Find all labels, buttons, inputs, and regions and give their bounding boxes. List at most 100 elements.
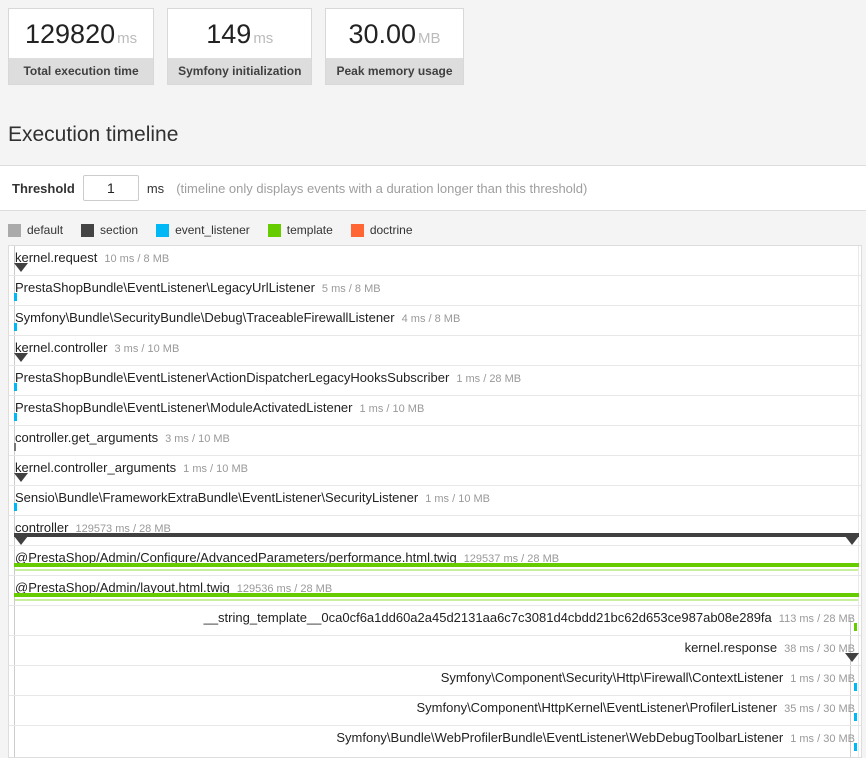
section-end-marker-icon bbox=[845, 536, 859, 545]
event-meta: 10 ms / 8 MB bbox=[104, 253, 170, 265]
timeline-row: controller.get_arguments 3 ms / 10 MB bbox=[9, 426, 861, 456]
event-name: PrestaShopBundle\EventListener\LegacyUrl… bbox=[15, 280, 315, 295]
threshold-input[interactable] bbox=[82, 175, 139, 201]
event-name: PrestaShopBundle\EventListener\ModuleAct… bbox=[15, 400, 353, 415]
metrics-row: 129820 ms Total execution time 149 ms Symf… bbox=[0, 0, 866, 85]
metric-label: Total execution time bbox=[9, 58, 154, 84]
event-meta: 1 ms / 28 MB bbox=[456, 373, 522, 385]
legend-swatch-icon bbox=[156, 223, 170, 237]
template-bar bbox=[14, 593, 859, 597]
timeline-row: kernel.controller 3 ms / 10 MB bbox=[9, 336, 861, 366]
section-marker-icon bbox=[14, 353, 28, 362]
metric-unit: ms bbox=[253, 30, 274, 47]
section-marker-icon bbox=[14, 473, 28, 482]
threshold-hint: (timeline only displays events with a du… bbox=[176, 180, 588, 196]
timeline-row-label: Symfony\Bundle\SecurityBundle\Debug\Trac… bbox=[9, 306, 861, 327]
legend-swatch-icon bbox=[350, 223, 364, 237]
legend-item-event_listener: event_listener bbox=[156, 223, 250, 237]
timeline-row: PrestaShopBundle\EventListener\LegacyUrl… bbox=[9, 276, 861, 306]
event-meta: 3 ms / 10 MB bbox=[165, 433, 230, 445]
event-name: Sensio\Bundle\FrameworkExtraBundle\Event… bbox=[15, 490, 419, 505]
event-meta: 1 ms / 10 MB bbox=[425, 493, 490, 505]
metric-number: 149 bbox=[206, 19, 252, 49]
legend-label: doctrine bbox=[369, 223, 413, 237]
timeline-row: Symfony\Bundle\SecurityBundle\Debug\Trac… bbox=[9, 306, 861, 336]
event-name: __string_template__0ca0cf6a1dd60a2a45d21… bbox=[203, 610, 772, 625]
threshold-label: Threshold bbox=[12, 180, 75, 196]
legend-swatch-icon bbox=[81, 223, 95, 237]
event-meta: 1 ms / 10 MB bbox=[183, 463, 248, 475]
timeline-row: Symfony\Bundle\WebProfilerBundle\EventLi… bbox=[9, 726, 861, 757]
event-bar bbox=[14, 443, 16, 451]
timeline-row: kernel.request 10 ms / 8 MB bbox=[9, 246, 861, 276]
legend-item-doctrine: doctrine bbox=[350, 223, 413, 237]
timeline-row-label: Sensio\Bundle\FrameworkExtraBundle\Event… bbox=[9, 486, 861, 507]
timeline-row-label: PrestaShopBundle\EventListener\ActionDis… bbox=[9, 366, 861, 387]
event-meta: 3 ms / 10 MB bbox=[114, 343, 180, 355]
timeline-row: kernel.response 38 ms / 30 MB bbox=[9, 636, 861, 666]
event-name: Symfony\Bundle\WebProfilerBundle\EventLi… bbox=[336, 730, 784, 745]
timeline-row-label: PrestaShopBundle\EventListener\ModuleAct… bbox=[9, 396, 861, 417]
timeline-row: @PrestaShop/Admin/layout.html.twig 129536… bbox=[9, 576, 861, 606]
legend-item-section: section bbox=[81, 223, 138, 237]
legend-label: default bbox=[27, 223, 64, 237]
event-name: kernel.controller_arguments bbox=[15, 460, 177, 475]
timeline-row: kernel.controller_arguments 1 ms / 10 MB bbox=[9, 456, 861, 486]
timeline-legend: default section event_listener template doct… bbox=[8, 223, 866, 237]
legend-swatch-icon bbox=[267, 223, 281, 237]
timeline-row: Symfony\Component\HttpKernel\EventListen… bbox=[9, 696, 861, 726]
event-bar bbox=[14, 323, 17, 331]
metric-symfony-initialization: 149 ms Symfony initialization bbox=[167, 8, 313, 85]
metric-value: 149 ms bbox=[168, 9, 311, 58]
metric-total-execution-time: 129820 ms Total execution time bbox=[8, 8, 155, 85]
threshold-unit: ms bbox=[146, 180, 165, 196]
section-marker-icon bbox=[845, 653, 859, 662]
timeline-row-label: Symfony\Bundle\WebProfilerBundle\EventLi… bbox=[9, 726, 861, 747]
event-meta: 5 ms / 8 MB bbox=[321, 283, 381, 295]
timeline-rows: kernel.request 10 ms / 8 MB PrestaShopBund… bbox=[9, 246, 861, 757]
event-bar bbox=[854, 623, 857, 631]
timeline-row-label: __string_template__0ca0cf6a1dd60a2a45d21… bbox=[9, 606, 861, 627]
timeline-row-label: Symfony\Component\HttpKernel\EventListen… bbox=[9, 696, 861, 717]
legend-label: event_listener bbox=[175, 223, 250, 237]
timeline-row-label: kernel.request 10 ms / 8 MB bbox=[9, 246, 861, 267]
timeline-row-label: kernel.controller 3 ms / 10 MB bbox=[9, 336, 861, 357]
legend-swatch-icon bbox=[8, 223, 21, 237]
timeline-row: Symfony\Component\Security\Http\Firewall… bbox=[9, 666, 861, 696]
legend-item-default: default bbox=[8, 223, 63, 237]
event-name: kernel.response bbox=[684, 640, 778, 655]
timeline-row: Sensio\Bundle\FrameworkExtraBundle\Event… bbox=[9, 486, 861, 516]
threshold-panel: Threshold ms (timeline only displays eve… bbox=[0, 165, 866, 211]
timeline-row-label: kernel.response 38 ms / 30 MB bbox=[9, 636, 861, 657]
event-bar bbox=[14, 293, 17, 301]
metric-number: 129820 bbox=[25, 19, 116, 49]
legend-label: section bbox=[100, 223, 139, 237]
metric-peak-memory: 30.00 MB Peak memory usage bbox=[325, 8, 464, 85]
metric-unit: MB bbox=[418, 30, 441, 47]
event-meta: 113 ms / 28 MB bbox=[778, 613, 855, 625]
section-marker-icon bbox=[14, 263, 28, 272]
timeline-row: PrestaShopBundle\EventListener\ActionDis… bbox=[9, 366, 861, 396]
event-name: controller.get_arguments bbox=[15, 430, 159, 445]
event-meta: 1 ms / 10 MB bbox=[359, 403, 425, 415]
event-bar bbox=[854, 713, 857, 721]
template-bar-underline bbox=[15, 569, 858, 571]
timeline-row-label: kernel.controller_arguments 1 ms / 10 MB bbox=[9, 456, 861, 477]
event-bar bbox=[14, 383, 17, 391]
metric-label: Peak memory usage bbox=[326, 58, 463, 84]
event-name: PrestaShopBundle\EventListener\ActionDis… bbox=[15, 370, 450, 385]
event-name: kernel.controller bbox=[15, 340, 108, 355]
metric-number: 30.00 bbox=[348, 19, 417, 49]
event-bar bbox=[14, 503, 17, 511]
metric-value: 30.00 MB bbox=[326, 9, 462, 58]
legend-label: template bbox=[286, 223, 333, 237]
timeline-row-label: PrestaShopBundle\EventListener\LegacyUrl… bbox=[9, 276, 861, 297]
section-start-marker-icon bbox=[14, 536, 28, 545]
timeline-row: PrestaShopBundle\EventListener\ModuleAct… bbox=[9, 396, 861, 426]
metric-label: Symfony initialization bbox=[168, 58, 312, 84]
metric-unit: ms bbox=[117, 30, 138, 47]
page-title: Execution timeline bbox=[8, 123, 179, 146]
event-bar bbox=[14, 413, 17, 421]
timeline-panel: kernel.request 10 ms / 8 MB PrestaShopBund… bbox=[8, 245, 862, 758]
event-meta: 1 ms / 30 MB bbox=[790, 673, 855, 685]
